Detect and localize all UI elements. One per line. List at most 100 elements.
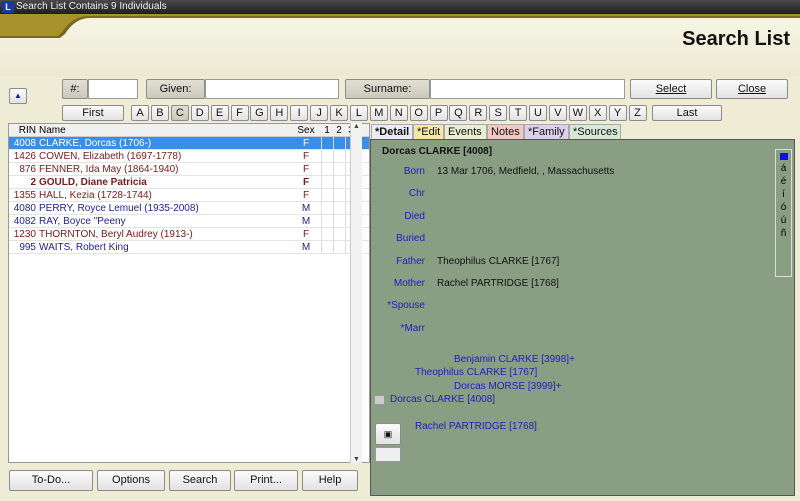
table-row[interactable]: 995 WAITS, Robert King M	[9, 241, 369, 254]
accent-char-button[interactable]: ó	[776, 201, 791, 214]
self-checkbox[interactable]	[374, 395, 385, 405]
field-label-spouse[interactable]: *Spouse	[375, 300, 425, 311]
letter-button-d[interactable]: D	[190, 105, 209, 121]
accent-char-button[interactable]: á	[776, 162, 791, 175]
field-label-marr[interactable]: *Marr	[375, 323, 425, 334]
field-label-buried[interactable]: Buried	[375, 233, 425, 244]
row-rin: 2	[30, 177, 36, 188]
letter-button-z[interactable]: Z	[628, 105, 647, 121]
letter-button-p[interactable]: P	[429, 105, 448, 121]
first-button[interactable]: First	[62, 105, 124, 121]
accent-char-button[interactable]: é	[776, 175, 791, 188]
letter-button-w[interactable]: W	[568, 105, 587, 121]
select-button[interactable]: Select	[630, 79, 712, 99]
letter-button-h[interactable]: H	[270, 105, 289, 121]
tab-detail[interactable]: *Detail	[371, 124, 413, 139]
field-label-father[interactable]: Father	[375, 256, 425, 267]
letter-button-g[interactable]: G	[250, 105, 269, 121]
print-button[interactable]: Print...	[234, 470, 298, 491]
number-label: #:	[62, 79, 88, 99]
title-bar: L Search List Contains 9 Individuals	[0, 0, 800, 14]
help-button[interactable]: Help	[302, 470, 358, 491]
paternal-grandfather-link[interactable]: Benjamin CLARKE [3998]+	[454, 354, 575, 365]
todo-button[interactable]: To-Do...	[9, 470, 93, 491]
row-rin: 876	[19, 164, 36, 175]
table-row[interactable]: 2 GOULD, Diane Patricia F	[9, 176, 369, 189]
individuals-list[interactable]: RIN Name Sex 1 2 3 4008 CLARKE, Dorcas (…	[8, 123, 370, 463]
letter-button-a[interactable]: A	[131, 105, 149, 121]
letter-button-l[interactable]: L	[349, 105, 368, 121]
letter-button-r[interactable]: R	[469, 105, 488, 121]
paternal-grandmother-link[interactable]: Dorcas MORSE [3999]+	[454, 381, 562, 392]
options-button[interactable]: Options	[97, 470, 165, 491]
letter-button-i[interactable]: I	[290, 105, 309, 121]
field-label-chr[interactable]: Chr	[375, 188, 425, 199]
letter-button-v[interactable]: V	[548, 105, 567, 121]
letter-button-u[interactable]: U	[529, 105, 547, 121]
father-link[interactable]: Theophilus CLARKE [1767]	[415, 367, 537, 378]
row-name: PERRY, Royce Lemuel (1935-2008)	[39, 203, 199, 214]
accent-char-button[interactable]: í	[776, 188, 791, 201]
app-icon: L	[2, 1, 14, 13]
accent-color-box[interactable]	[779, 153, 788, 160]
letter-button-s[interactable]: S	[489, 105, 508, 121]
tab-edit[interactable]: *Edit	[413, 124, 444, 139]
page-title: Search List	[682, 28, 790, 50]
table-row[interactable]: 1355 HALL, Kezia (1728-1744) F	[9, 189, 369, 202]
row-rin: 4008	[13, 138, 36, 149]
row-rin: 995	[19, 242, 36, 253]
field-label-mother[interactable]: Mother	[375, 278, 425, 289]
row-sex: F	[302, 190, 310, 201]
row-sex: M	[301, 203, 311, 214]
field-label-born[interactable]: Born	[375, 166, 425, 177]
last-button[interactable]: Last	[652, 105, 722, 121]
letter-button-b[interactable]: B	[150, 105, 169, 121]
table-row[interactable]: 4082 RAY, Boyce "Peeny M	[9, 215, 369, 228]
header-1[interactable]: 1	[321, 124, 333, 137]
header-sex[interactable]: Sex	[293, 124, 319, 137]
row-name: CLARKE, Dorcas (1706-)	[39, 138, 152, 149]
letter-button-x[interactable]: X	[588, 105, 607, 121]
header-2[interactable]: 2	[333, 124, 345, 137]
letter-button-c[interactable]: C	[170, 105, 189, 121]
row-rin: 4082	[13, 216, 36, 227]
tab-events[interactable]: Events	[444, 124, 487, 139]
table-row[interactable]: 4080 PERRY, Royce Lemuel (1935-2008) M	[9, 202, 369, 215]
given-input[interactable]	[205, 79, 339, 99]
header-name[interactable]: Name	[39, 124, 66, 137]
row-rin: 1426	[13, 151, 36, 162]
photo-icon[interactable]: ▣	[375, 423, 401, 445]
letter-button-m[interactable]: M	[369, 105, 388, 121]
letter-button-o[interactable]: O	[409, 105, 428, 121]
letter-button-q[interactable]: Q	[449, 105, 468, 121]
letter-button-y[interactable]: Y	[608, 105, 627, 121]
header-rin[interactable]: RIN	[9, 124, 36, 137]
table-row[interactable]: 876 FENNER, Ida May (1864-1940) F	[9, 163, 369, 176]
letter-button-k[interactable]: K	[330, 105, 348, 121]
accent-char-button[interactable]: ñ	[776, 227, 791, 240]
mother-link[interactable]: Rachel PARTRIDGE [1768]	[415, 421, 537, 432]
tab-family[interactable]: *Family	[524, 124, 569, 139]
table-row[interactable]: 4008 CLARKE, Dorcas (1706-) F	[9, 137, 369, 150]
letter-button-n[interactable]: N	[389, 105, 408, 121]
number-input[interactable]	[88, 79, 138, 99]
accent-char-button[interactable]: ú	[776, 214, 791, 227]
close-button[interactable]: Close	[716, 79, 788, 99]
letter-button-e[interactable]: E	[210, 105, 229, 121]
list-scrollbar[interactable]: ▲ ▼	[350, 123, 362, 463]
row-sex: F	[302, 229, 310, 240]
search-button[interactable]: Search	[169, 470, 231, 491]
collapse-up-button[interactable]: ▲	[9, 88, 27, 104]
letter-button-f[interactable]: F	[230, 105, 249, 121]
surname-input[interactable]	[430, 79, 625, 99]
table-row[interactable]: 1230 THORNTON, Beryl Audrey (1913-) F	[9, 228, 369, 241]
field-value-mother: Rachel PARTRIDGE [1768]	[437, 278, 559, 289]
letter-button-j[interactable]: J	[310, 105, 329, 121]
row-sex: F	[302, 151, 310, 162]
letter-button-t[interactable]: T	[509, 105, 528, 121]
field-label-died[interactable]: Died	[375, 211, 425, 222]
tab-sources[interactable]: *Sources	[569, 124, 621, 139]
self-link[interactable]: Dorcas CLARKE [4008]	[390, 394, 495, 405]
table-row[interactable]: 1426 COWEN, Elizabeth (1697-1778) F	[9, 150, 369, 163]
tab-notes[interactable]: Notes	[487, 124, 524, 139]
